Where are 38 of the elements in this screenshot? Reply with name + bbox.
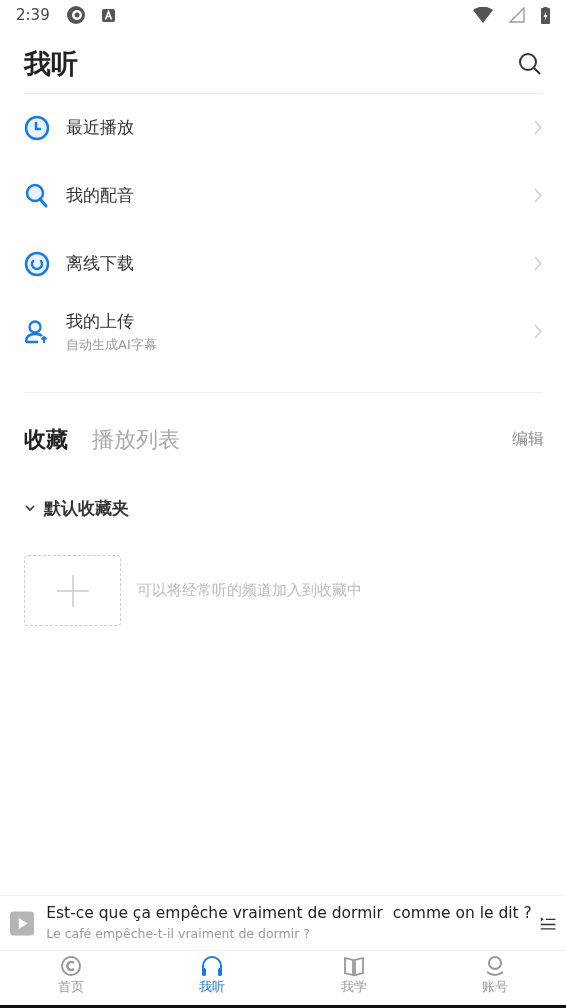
track-title: Est-ce que ça empêche vraiment de dormir comme on le dit ? <box>46 903 532 924</box>
magnifier-icon <box>24 182 50 209</box>
headphones-icon <box>201 955 224 977</box>
download-icon <box>24 250 50 277</box>
tab[interactable]: 收藏 <box>24 422 68 456</box>
plus-icon <box>55 573 90 608</box>
menu-item[interactable]: 我的上传 自动生成AI字幕 <box>0 297 566 366</box>
menu-label: 离线下载 <box>66 251 135 275</box>
chevron-right-icon <box>534 188 542 203</box>
wifi-icon <box>473 7 493 23</box>
chevron-right-icon <box>534 256 542 271</box>
track-subtitle: Le café empêche-t-il vraiment de dormir ? <box>46 925 311 944</box>
user-upload-icon <box>24 318 50 345</box>
edit-button[interactable]: 编辑 <box>512 427 544 451</box>
folder-header[interactable]: 默认收藏夹 <box>24 495 542 521</box>
page-title: 我听 <box>24 47 78 81</box>
nav-tab[interactable]: 我听 <box>141 951 283 1005</box>
menu-label: 我的上传 <box>66 310 135 333</box>
sync-icon <box>65 5 86 25</box>
menu-item[interactable]: 我的配音 <box>0 161 566 230</box>
battery-icon <box>541 6 550 24</box>
search-icon[interactable] <box>518 52 542 77</box>
menu-item[interactable]: 离线下载 <box>0 229 566 298</box>
clock-icon <box>24 114 50 141</box>
signal-icon <box>509 7 525 23</box>
empty-hint: 可以将经常听的频道加入到收藏中 <box>137 580 362 602</box>
chevron-right-icon <box>534 324 542 339</box>
font-icon <box>101 8 115 22</box>
mini-player[interactable]: Est-ce que ça empêche vraiment de dormir comme on le dit ? Le café empêche-t-il vraiment de dormir ? <box>0 895 566 951</box>
menu-subtitle: 自动生成AI字幕 <box>66 335 158 354</box>
menu-label: 最近播放 <box>66 115 135 139</box>
book-icon <box>342 955 365 977</box>
chevron-right-icon <box>534 120 542 135</box>
menu-label: 我的配音 <box>66 183 135 207</box>
status-time: 2:39 <box>16 4 50 26</box>
home-icon <box>59 955 82 977</box>
menu-item[interactable]: 最近播放 <box>0 93 566 162</box>
folder-name: 默认收藏夹 <box>44 496 129 520</box>
